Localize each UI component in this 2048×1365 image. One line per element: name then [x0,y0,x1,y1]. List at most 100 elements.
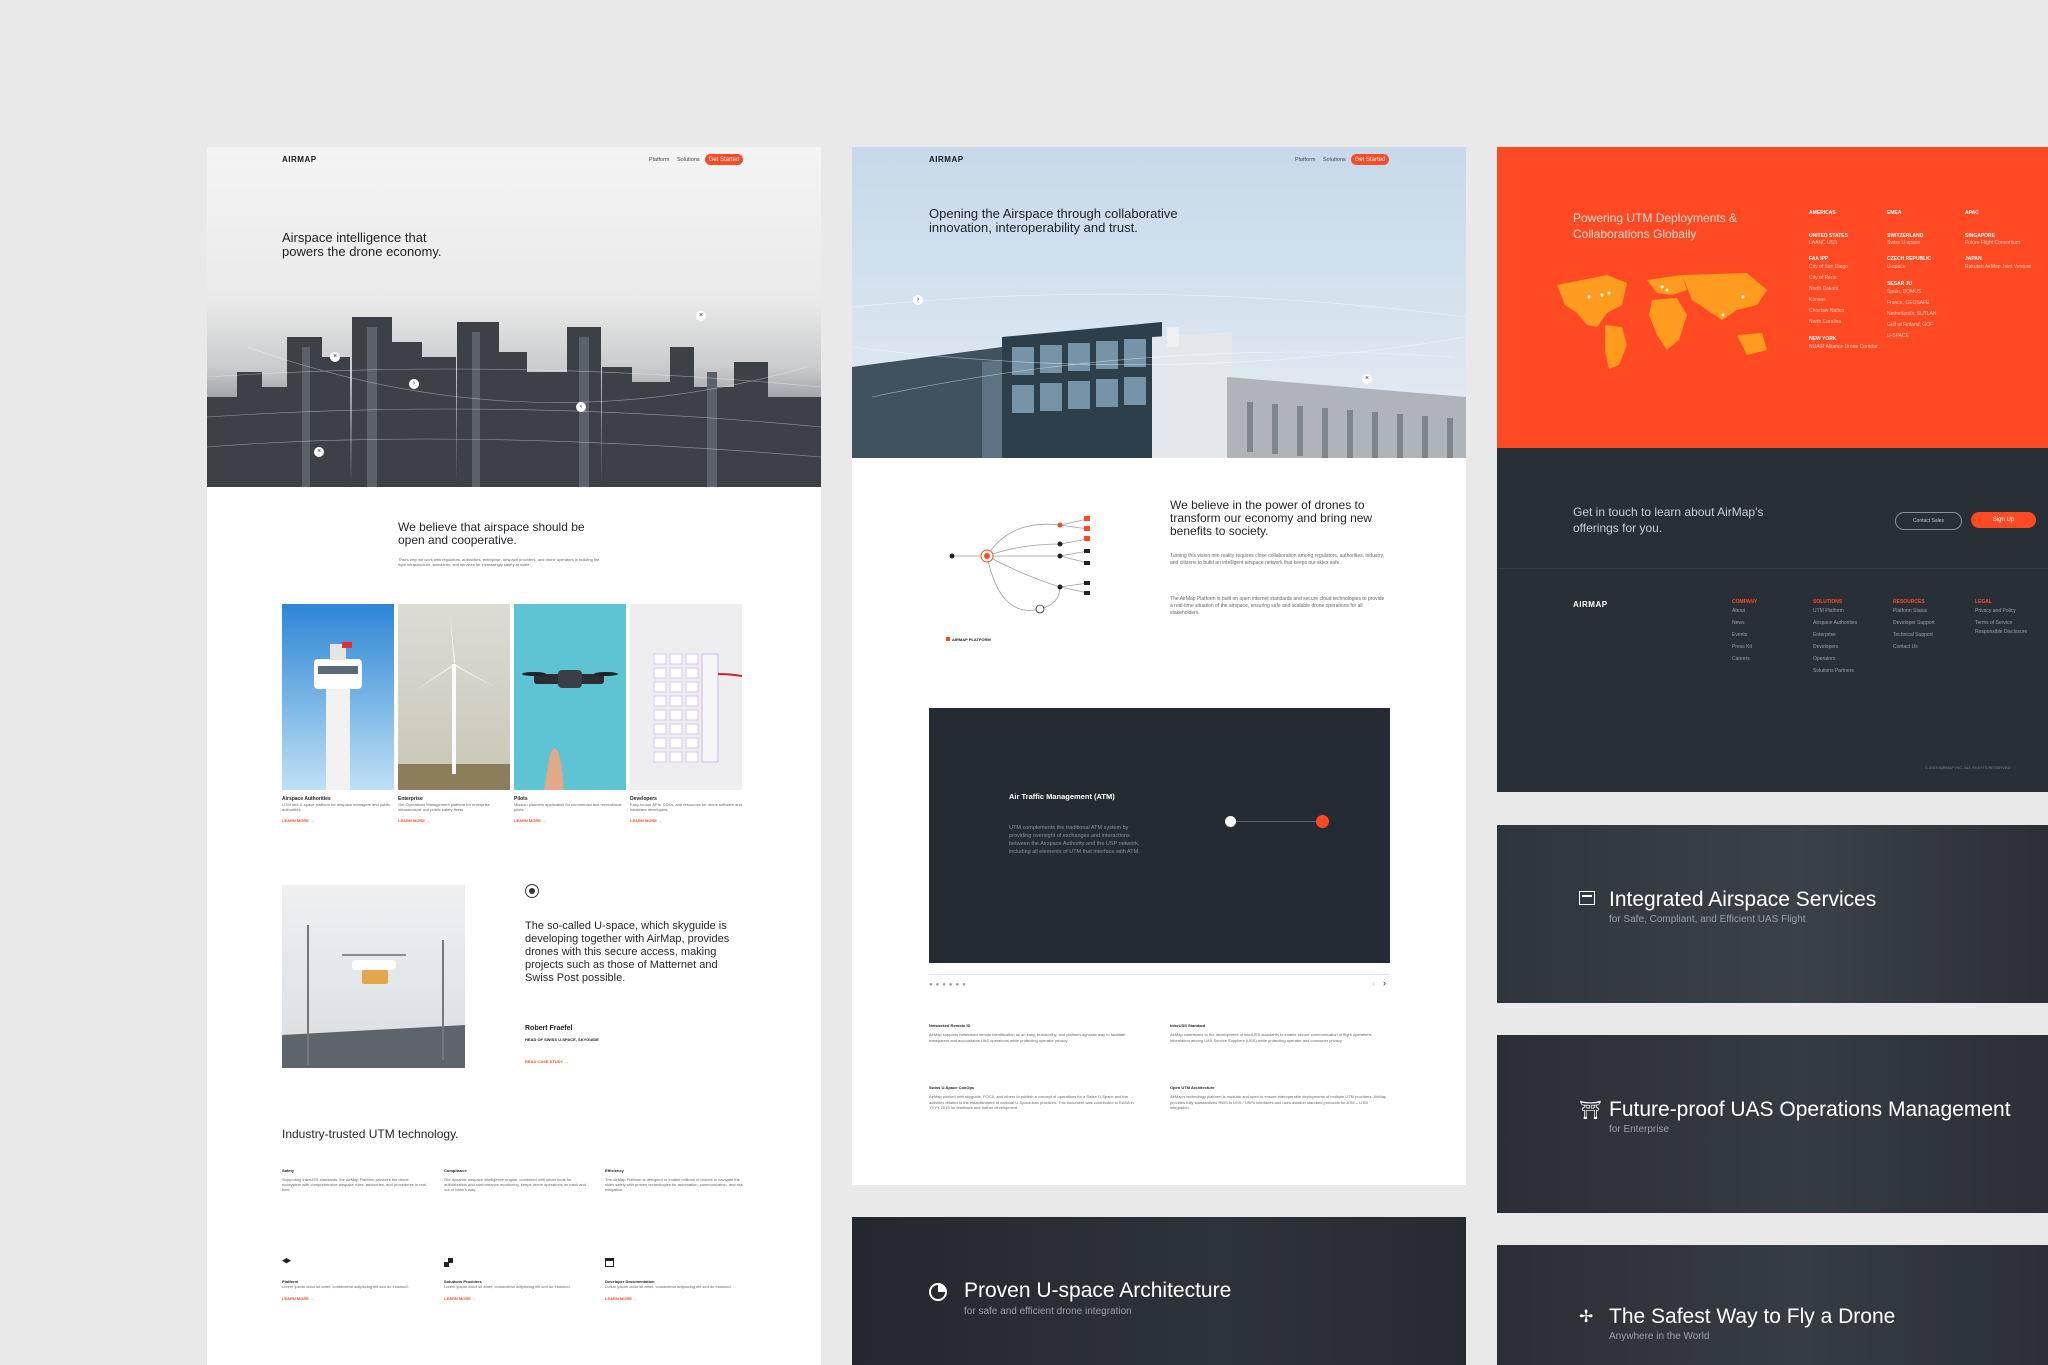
footer-col-resources: RESOURCES Platform Status Developer Supp… [1893,599,1935,653]
carousel-dots[interactable]: ●●●●●● [929,982,969,988]
location: NUAIR Alliance Drone Corridor [1809,344,1878,350]
footer-link[interactable]: Developers [1813,641,1857,653]
learn-more-link[interactable]: LEARN MORE → [514,818,626,823]
get-started-button[interactable]: Get Started [1351,154,1389,165]
footer-logo[interactable]: AIRMAP [1573,600,1608,609]
blocks-icon [444,1258,453,1267]
footer-link[interactable]: Technical Support [1893,629,1935,641]
banner-future-proof[interactable]: ⛩ Future-proof UAS Operations Management… [1497,1035,2048,1213]
region-title: AMERICAS [1809,210,1836,216]
document-icon [605,1258,614,1267]
footer-link[interactable]: News [1732,617,1757,629]
atm-node-orange [1316,815,1329,828]
region-title: APAC [1965,210,1979,216]
footer-link[interactable]: Solutions Partners [1813,665,1857,677]
footer-link[interactable]: Contact Us [1893,641,1935,653]
banner-subtitle: for safe and efficient drone integration [964,1306,1132,1317]
learn-more-link[interactable]: LEARN MORE → [605,1296,745,1301]
nav-solutions[interactable]: Solutions [677,157,700,163]
hotspot-icon[interactable]: › [409,379,419,389]
region-apac: APAC SINGAPORE Future Flight Consortium … [1965,210,2037,273]
banner-uspace[interactable]: Proven U-space Architecture for safe and… [852,1217,1466,1365]
card-enterprise[interactable]: Enterprise Get Operations Management pla… [398,604,510,823]
footer-col-company: COMPANY About News Events Press Kit Care… [1732,599,1757,665]
learn-more-link[interactable]: LEARN MORE → [282,1296,422,1301]
footer-link[interactable]: Press Kit [1732,641,1757,653]
feature-safety: Safety Supporting interUSS standards, th… [282,1168,427,1192]
card-body: UTM and U-space platform for airspace ma… [282,802,391,812]
footer-link[interactable]: Enterprise [1813,629,1857,641]
carousel-next-icon[interactable]: › [1383,978,1386,988]
link-card-body: Lorem ipsum dolor sit amet, consectetur … [444,1284,571,1289]
hero-section: AIRMAP Platform Solutions Get Started Ai… [207,147,821,487]
link-card-docs[interactable]: Developer Documentation Lorem ipsum dolo… [605,1258,745,1301]
nav-solutions[interactable]: Solutions [1323,157,1346,163]
atm-body: UTM complements the traditional ATM syst… [1009,825,1140,855]
link-card-solutions[interactable]: Solutions Providers Lorem ipsum dolor si… [444,1258,584,1301]
footer-divider [1497,568,2048,569]
hotspot-icon[interactable]: › [913,295,923,305]
footer-link[interactable]: About [1732,605,1757,617]
learn-more-link[interactable]: LEARN MORE → [630,818,742,823]
footer-link[interactable]: Airspace Authorities [1813,617,1857,629]
footer-link[interactable]: Terms of Service [1975,617,2040,629]
link-card-platform[interactable]: Platform Lorem ipsum dolor sit amet, con… [282,1258,422,1301]
copyright: © 2019 AIRMAP INC. ALL RIGHTS RESERVED [1925,765,2011,770]
sign-up-button[interactable]: Sign Up [1971,512,2036,528]
deployments-section: Powering UTM Deployments & Collaboration… [1497,147,2048,448]
banner-title: Proven U-space Architecture [964,1279,1232,1302]
logo[interactable]: AIRMAP [282,155,317,164]
footer-link[interactable]: UTM Platform [1813,605,1857,617]
hero-section: AIRMAP Platform Solutions Get Started Op… [852,147,1466,458]
learn-more-link[interactable]: LEARN MORE → [398,818,510,823]
footer-link[interactable]: Events [1732,629,1757,641]
footer-link[interactable]: Careers [1732,653,1757,665]
banner-subtitle: for Safe, Compliant, and Efficient UAS F… [1609,914,1806,925]
location: France, GEOSAFE [1887,300,1930,306]
banner-safest-way[interactable]: ✢ The Safest Way to Fly a Drone Anywhere… [1497,1245,2048,1365]
diagram-dot-icon [946,637,950,641]
carousel-prev-icon[interactable]: ‹ [1372,978,1375,988]
footer-link[interactable]: Developer Support [1893,617,1935,629]
footer-link[interactable]: Privacy and Policy [1975,605,2040,617]
footer-link[interactable]: Platform Status [1893,605,1935,617]
belief-body-1: Turning this vision into reality require… [1170,553,1384,566]
feature-body: Supporting interUSS standards, the AirMa… [282,1177,426,1192]
testimonial-quote: The so-called U-space, which skyguide is… [525,920,730,984]
server-icon [1579,891,1595,905]
feature-title: Compliance [444,1168,467,1173]
footer-link[interactable]: Responsible Disclosure [1975,629,2040,636]
layers-icon [282,1258,291,1264]
hotspot-icon[interactable]: × [696,311,706,321]
read-case-study-link[interactable]: READ CASE STUDY → [525,1059,568,1064]
card-airspace-authorities[interactable]: Airspace Authorities UTM and U-space pla… [282,604,394,823]
diagram-label: AIRMAP PLATFORM [946,637,991,642]
building-image [852,293,1466,458]
hotspot-icon[interactable]: ‹ [576,402,586,412]
nav-platform[interactable]: Platform [649,157,669,163]
contact-sales-button[interactable]: Contact Sales [1895,512,1962,530]
footer-col-solutions: SOLUTIONS UTM Platform Airspace Authorit… [1813,599,1857,677]
hotspot-icon[interactable]: × [330,352,340,362]
banner-subtitle: for Enterprise [1609,1124,1670,1135]
location: Future Flight Consortium [1965,240,2021,246]
quote-icon [525,884,539,898]
card-developers[interactable]: Developers Easy-to-use APIs, SDKs, and r… [630,604,742,823]
logo[interactable]: AIRMAP [929,155,964,164]
nav-platform[interactable]: Platform [1295,157,1315,163]
platform-network-diagram [949,516,1090,614]
location: Spain, DOMUS [1887,289,1922,295]
delivery-drone-image [282,885,465,1068]
hotspot-icon[interactable]: × [1362,374,1372,384]
banner-integrated[interactable]: Integrated Airspace Services for Safe, C… [1497,825,2048,1003]
region-emea: EMEA SWITZERLAND Swiss U-space CZECH REP… [1887,210,1959,342]
learn-more-link[interactable]: LEARN MORE → [444,1296,584,1301]
footer-link[interactable]: Operators [1813,653,1857,665]
standard-body: AirMap supports networked remote identif… [929,1032,1126,1043]
card-pilots[interactable]: Pilots Mission planners application for … [514,604,626,823]
hotspot-icon[interactable]: × [314,447,324,457]
learn-more-link[interactable]: LEARN MORE → [282,818,394,823]
get-started-button[interactable]: Get Started [705,154,743,165]
drone-icon: ✢ [1579,1307,1594,1326]
card-body: Get Operations Management platform for e… [398,802,490,812]
